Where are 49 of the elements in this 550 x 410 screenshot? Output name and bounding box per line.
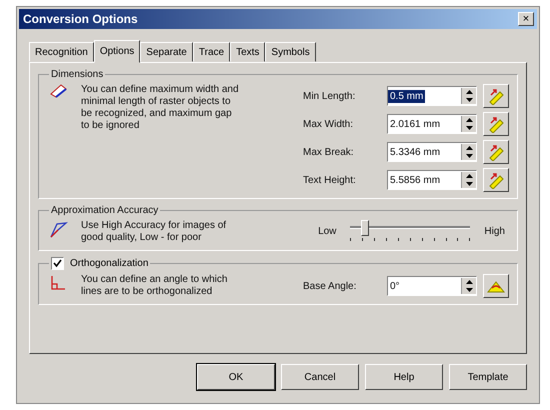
field-label: Min Length: <box>303 90 356 102</box>
pick-button[interactable] <box>483 112 509 136</box>
pick-tool-icon <box>487 171 505 189</box>
angle-pick-button[interactable] <box>483 274 509 298</box>
pick-button[interactable] <box>483 84 509 108</box>
dialog-button[interactable]: Template <box>449 364 527 390</box>
tab[interactable]: Separate <box>140 42 193 62</box>
description-text: Use High Accuracy for images of good quality, Low - for poor <box>81 220 228 244</box>
tab[interactable]: Texts <box>230 42 266 62</box>
polyline-icon <box>49 220 69 238</box>
angle-tool-icon <box>487 279 505 293</box>
eraser-icon <box>49 84 69 98</box>
close-button[interactable]: × <box>518 12 534 26</box>
dialog-button[interactable]: OK <box>197 364 275 390</box>
spin-arrows-icon <box>466 90 472 102</box>
orthogonalization-checkbox[interactable]: Orthogonalization <box>51 257 148 270</box>
description-text: You can define an angle to which lines are to be orthogonalized <box>81 274 228 298</box>
description-text: You can define maximum width and minimal length of raster objects to be recognized, and maximum gap to be ignored <box>81 84 240 132</box>
spin-arrows-icon <box>466 146 472 158</box>
spin-field[interactable]: 0.5 mm <box>387 86 477 106</box>
tab[interactable]: Symbols <box>265 42 316 62</box>
pick-tool-icon <box>487 87 505 105</box>
tab[interactable]: Options <box>94 40 140 63</box>
field-label: Base Angle: <box>303 280 358 292</box>
tab[interactable]: Trace <box>192 42 230 62</box>
pick-button[interactable] <box>483 140 509 164</box>
pick-button[interactable] <box>483 168 509 192</box>
group-title: Dimensions <box>50 69 104 80</box>
field-label: Text Height: <box>303 174 357 186</box>
spin-arrows-icon <box>466 174 472 186</box>
spin-arrows-icon <box>466 280 472 292</box>
tab[interactable]: Recognition <box>29 42 94 62</box>
slider-low-label: Low <box>318 226 336 236</box>
field-label: Max Width: <box>303 118 354 130</box>
spin-field[interactable]: 5.3346 mm <box>387 142 477 162</box>
spin-field[interactable]: 2.0161 mm <box>387 114 477 134</box>
window-title: Conversion Options <box>23 12 138 26</box>
pick-tool-icon <box>487 143 505 161</box>
dialog-button[interactable]: Cancel <box>281 364 359 390</box>
check-icon <box>53 259 62 268</box>
field-label: Max Break: <box>303 146 355 158</box>
accuracy-slider[interactable] <box>350 220 470 242</box>
spin-field[interactable]: 5.5856 mm <box>387 170 477 190</box>
dialog-button[interactable]: Help <box>365 364 443 390</box>
pick-tool-icon <box>487 115 505 133</box>
spin-field[interactable]: 0° <box>387 276 477 296</box>
group-title: Approximation Accuracy <box>50 205 160 216</box>
spin-arrows-icon <box>466 118 472 130</box>
slider-high-label: High <box>484 226 505 236</box>
